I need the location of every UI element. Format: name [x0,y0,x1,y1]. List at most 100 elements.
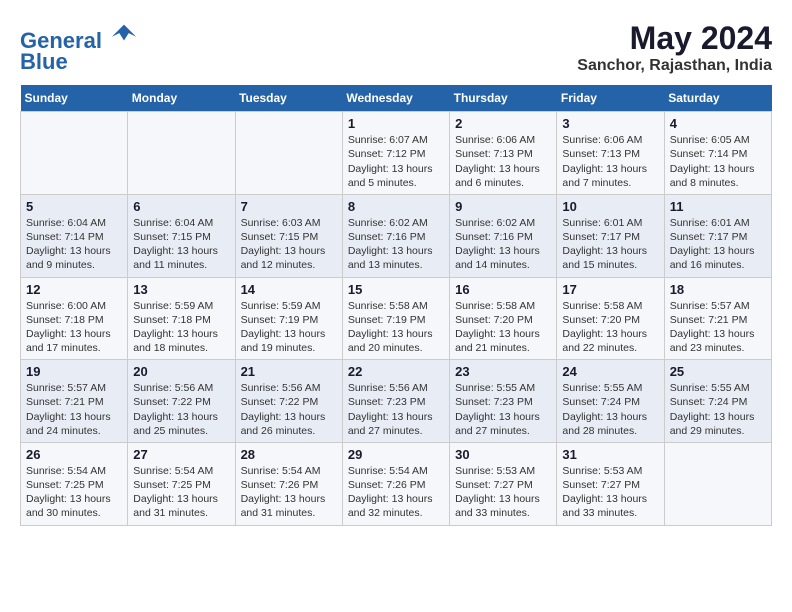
day-number: 6 [133,199,229,214]
calendar-week-row: 5Sunrise: 6:04 AM Sunset: 7:14 PM Daylig… [21,194,772,277]
day-number: 19 [26,364,122,379]
day-info: Sunrise: 5:58 AM Sunset: 7:20 PM Dayligh… [562,299,658,356]
day-number: 21 [241,364,337,379]
calendar-day-cell: 6Sunrise: 6:04 AM Sunset: 7:15 PM Daylig… [128,194,235,277]
calendar-subtitle: Sanchor, Rajasthan, India [577,57,772,75]
calendar-day-cell: 19 Sunrise: 5:57 AM Sunset: 7:21 PM Dayli… [21,360,128,443]
calendar-day-cell: 15 Sunrise: 5:58 AM Sunset: 7:19 PM Dayli… [342,277,449,360]
day-number: 20 [133,364,229,379]
day-number: 14 [241,282,337,297]
calendar-week-row: 1 Sunrise: 6:07 AM Sunset: 7:12 PM Daylig… [21,112,772,195]
day-info: Sunrise: 5:55 AM Sunset: 7:24 PM Dayligh… [562,381,658,438]
calendar-day-cell: 24 Sunrise: 5:55 AM Sunset: 7:24 PM Dayli… [557,360,664,443]
calendar-day-cell: 25 Sunrise: 5:55 AM Sunset: 7:24 PM Dayli… [664,360,771,443]
day-info: Sunrise: 5:56 AM Sunset: 7:22 PM Dayligh… [241,381,337,438]
day-info: Sunrise: 6:06 AM Sunset: 7:13 PM Dayligh… [562,133,658,190]
header-tuesday: Tuesday [235,85,342,112]
header-thursday: Thursday [450,85,557,112]
day-info: Sunrise: 6:02 AM Sunset: 7:16 PM Dayligh… [455,216,551,273]
day-info: Sunrise: 5:59 AM Sunset: 7:19 PM Dayligh… [241,299,337,356]
calendar-day-cell: 4 Sunrise: 6:05 AM Sunset: 7:14 PM Daylig… [664,112,771,195]
day-number: 11 [670,199,766,214]
day-info: Sunrise: 6:05 AM Sunset: 7:14 PM Dayligh… [670,133,766,190]
page-header: General Blue May 2024 Sanchor, Rajasthan… [20,20,772,75]
day-info: Sunrise: 6:02 AM Sunset: 7:16 PM Dayligh… [348,216,444,273]
day-number: 15 [348,282,444,297]
calendar-day-cell: 29 Sunrise: 5:54 AM Sunset: 7:26 PM Dayli… [342,442,449,525]
day-number: 7 [241,199,337,214]
day-number: 27 [133,447,229,462]
header-wednesday: Wednesday [342,85,449,112]
day-number: 4 [670,116,766,131]
day-number: 13 [133,282,229,297]
day-info: Sunrise: 5:53 AM Sunset: 7:27 PM Dayligh… [562,464,658,521]
calendar-day-cell: 22Sunrise: 5:56 AM Sunset: 7:23 PM Dayli… [342,360,449,443]
calendar-week-row: 12 Sunrise: 6:00 AM Sunset: 7:18 PM Dayli… [21,277,772,360]
title-block: May 2024 Sanchor, Rajasthan, India [577,20,772,75]
day-number: 8 [348,199,444,214]
day-info: Sunrise: 5:58 AM Sunset: 7:20 PM Dayligh… [455,299,551,356]
day-number: 18 [670,282,766,297]
calendar-header-row: SundayMondayTuesdayWednesdayThursdayFrid… [21,85,772,112]
calendar-day-cell: 3Sunrise: 6:06 AM Sunset: 7:13 PM Daylig… [557,112,664,195]
calendar-day-cell: 28Sunrise: 5:54 AM Sunset: 7:26 PM Dayli… [235,442,342,525]
header-saturday: Saturday [664,85,771,112]
calendar-table: SundayMondayTuesdayWednesdayThursdayFrid… [20,85,772,525]
header-sunday: Sunday [21,85,128,112]
day-number: 25 [670,364,766,379]
calendar-title: May 2024 [577,20,772,57]
day-info: Sunrise: 5:58 AM Sunset: 7:19 PM Dayligh… [348,299,444,356]
calendar-day-cell: 21 Sunrise: 5:56 AM Sunset: 7:22 PM Dayli… [235,360,342,443]
logo-bird-icon [110,20,138,48]
day-number: 12 [26,282,122,297]
calendar-week-row: 26Sunrise: 5:54 AM Sunset: 7:25 PM Dayli… [21,442,772,525]
calendar-day-cell: 5Sunrise: 6:04 AM Sunset: 7:14 PM Daylig… [21,194,128,277]
calendar-day-cell: 18 Sunrise: 5:57 AM Sunset: 7:21 PM Dayli… [664,277,771,360]
day-number: 2 [455,116,551,131]
day-info: Sunrise: 6:00 AM Sunset: 7:18 PM Dayligh… [26,299,122,356]
calendar-day-cell: 1 Sunrise: 6:07 AM Sunset: 7:12 PM Daylig… [342,112,449,195]
calendar-day-cell: 17Sunrise: 5:58 AM Sunset: 7:20 PM Dayli… [557,277,664,360]
day-number: 28 [241,447,337,462]
calendar-day-cell: 11 Sunrise: 6:01 AM Sunset: 7:17 PM Dayli… [664,194,771,277]
logo: General Blue [20,20,138,75]
day-info: Sunrise: 6:03 AM Sunset: 7:15 PM Dayligh… [241,216,337,273]
calendar-day-cell: 10Sunrise: 6:01 AM Sunset: 7:17 PM Dayli… [557,194,664,277]
day-info: Sunrise: 6:07 AM Sunset: 7:12 PM Dayligh… [348,133,444,190]
calendar-day-cell: 23 Sunrise: 5:55 AM Sunset: 7:23 PM Dayli… [450,360,557,443]
day-number: 1 [348,116,444,131]
day-info: Sunrise: 6:01 AM Sunset: 7:17 PM Dayligh… [670,216,766,273]
day-number: 29 [348,447,444,462]
day-number: 9 [455,199,551,214]
header-friday: Friday [557,85,664,112]
day-info: Sunrise: 5:53 AM Sunset: 7:27 PM Dayligh… [455,464,551,521]
calendar-day-cell: 30Sunrise: 5:53 AM Sunset: 7:27 PM Dayli… [450,442,557,525]
calendar-day-cell: 8 Sunrise: 6:02 AM Sunset: 7:16 PM Daylig… [342,194,449,277]
calendar-day-cell: 14 Sunrise: 5:59 AM Sunset: 7:19 PM Dayli… [235,277,342,360]
day-info: Sunrise: 5:55 AM Sunset: 7:24 PM Dayligh… [670,381,766,438]
day-info: Sunrise: 5:57 AM Sunset: 7:21 PM Dayligh… [670,299,766,356]
calendar-day-cell: 9 Sunrise: 6:02 AM Sunset: 7:16 PM Daylig… [450,194,557,277]
day-info: Sunrise: 5:56 AM Sunset: 7:22 PM Dayligh… [133,381,229,438]
calendar-day-cell [235,112,342,195]
day-number: 24 [562,364,658,379]
calendar-day-cell: 27 Sunrise: 5:54 AM Sunset: 7:25 PM Dayli… [128,442,235,525]
calendar-day-cell [128,112,235,195]
day-number: 23 [455,364,551,379]
calendar-day-cell: 2Sunrise: 6:06 AM Sunset: 7:13 PM Daylig… [450,112,557,195]
day-info: Sunrise: 5:55 AM Sunset: 7:23 PM Dayligh… [455,381,551,438]
day-info: Sunrise: 5:54 AM Sunset: 7:25 PM Dayligh… [26,464,122,521]
calendar-day-cell: 16 Sunrise: 5:58 AM Sunset: 7:20 PM Dayli… [450,277,557,360]
day-number: 16 [455,282,551,297]
day-info: Sunrise: 5:54 AM Sunset: 7:25 PM Dayligh… [133,464,229,521]
day-number: 22 [348,364,444,379]
calendar-day-cell: 31Sunrise: 5:53 AM Sunset: 7:27 PM Dayli… [557,442,664,525]
calendar-day-cell [21,112,128,195]
day-number: 5 [26,199,122,214]
day-number: 10 [562,199,658,214]
calendar-day-cell: 20 Sunrise: 5:56 AM Sunset: 7:22 PM Dayli… [128,360,235,443]
day-info: Sunrise: 5:54 AM Sunset: 7:26 PM Dayligh… [348,464,444,521]
calendar-day-cell: 12 Sunrise: 6:00 AM Sunset: 7:18 PM Dayli… [21,277,128,360]
day-info: Sunrise: 5:59 AM Sunset: 7:18 PM Dayligh… [133,299,229,356]
day-info: Sunrise: 5:57 AM Sunset: 7:21 PM Dayligh… [26,381,122,438]
